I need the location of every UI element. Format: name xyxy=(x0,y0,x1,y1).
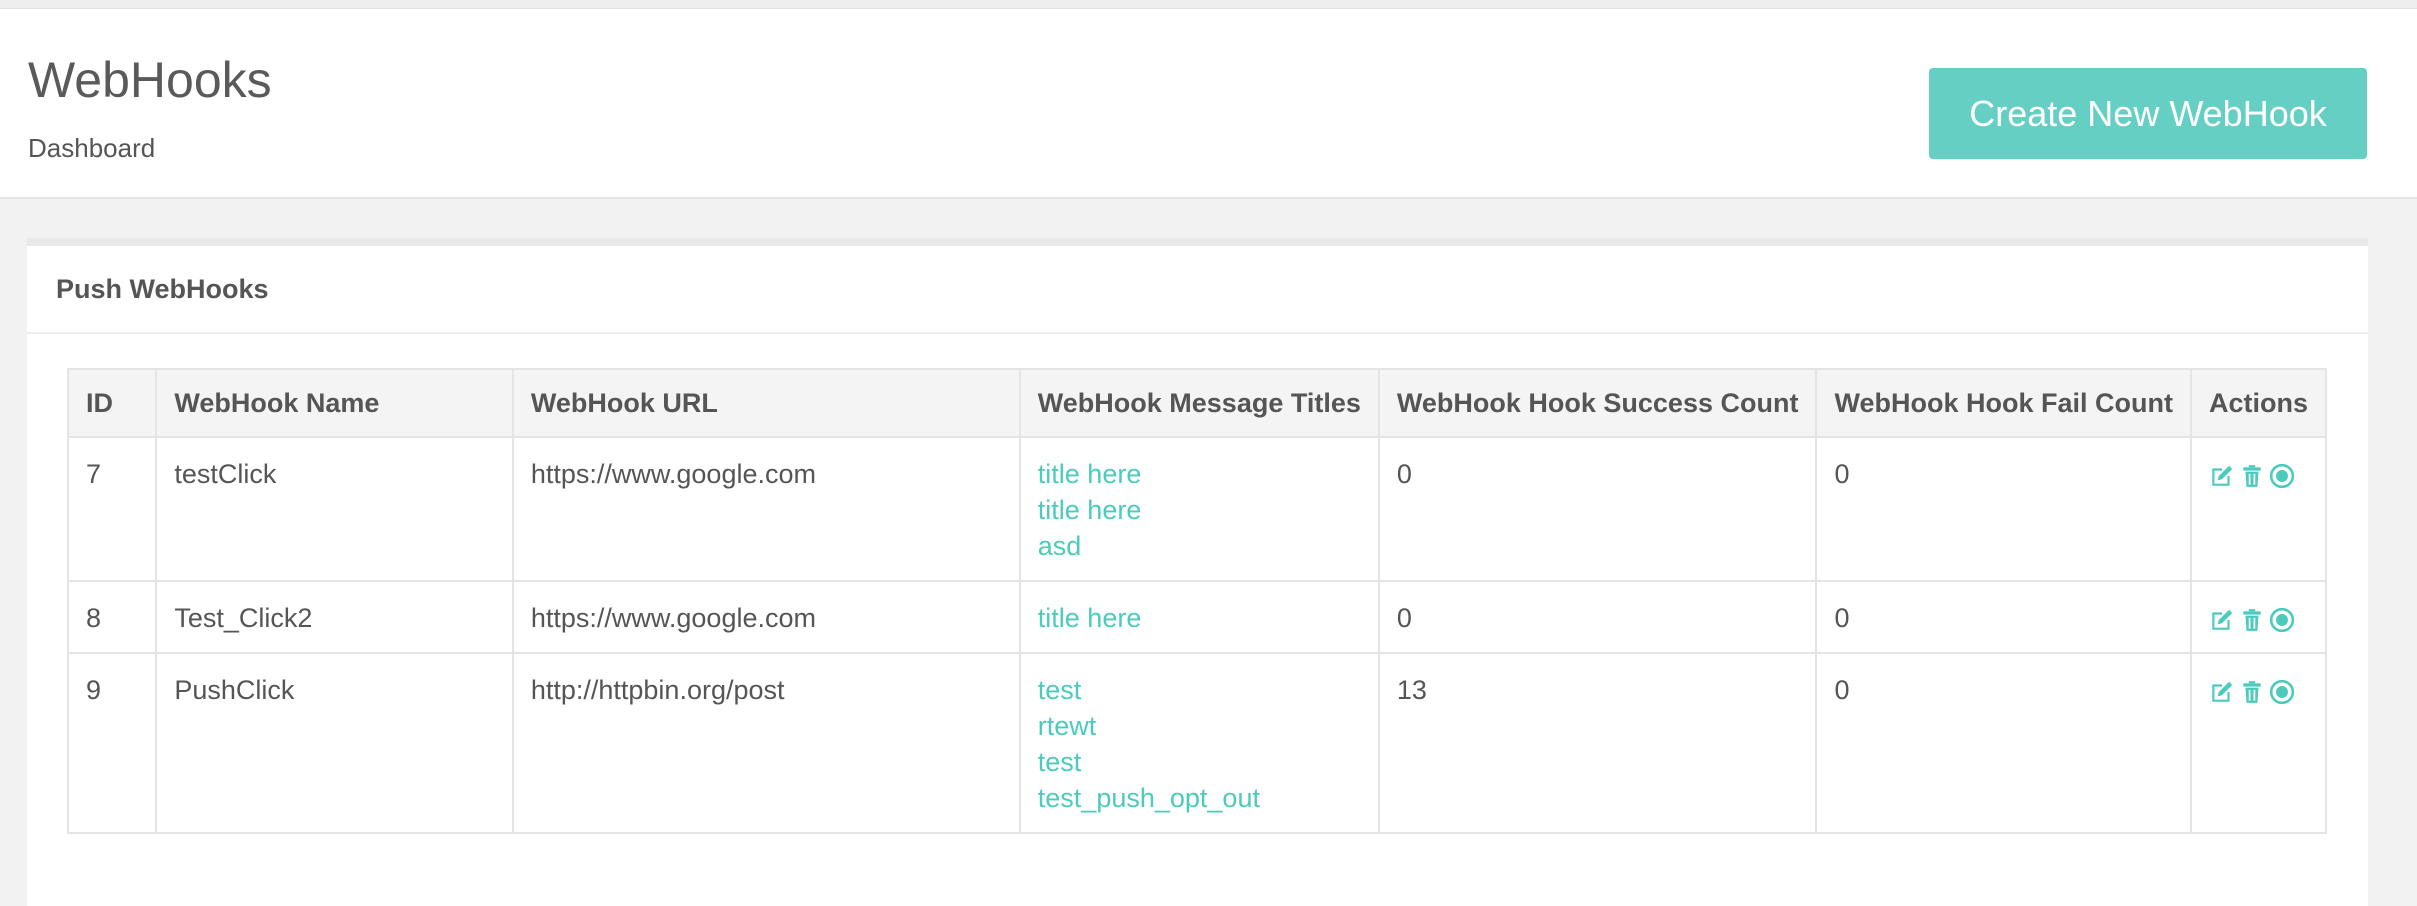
cell-success-count: 0 xyxy=(1377,580,1818,654)
edit-icon[interactable] xyxy=(2209,463,2235,489)
table-row: 9 PushClick http://httpbin.org/post test… xyxy=(66,652,2328,834)
cell-id: 7 xyxy=(66,436,158,582)
cell-fail-count: 0 xyxy=(1815,652,2192,834)
cell-actions xyxy=(2189,652,2328,834)
trash-icon[interactable] xyxy=(2239,607,2265,633)
column-header-titles: WebHook Message Titles xyxy=(1018,368,1380,438)
cell-url: https://www.google.com xyxy=(511,580,1021,654)
message-title-link[interactable]: title here xyxy=(1038,492,1361,528)
cell-titles: title here title here asd xyxy=(1018,436,1380,582)
cell-name: PushClick xyxy=(155,652,514,834)
cell-fail-count: 0 xyxy=(1815,436,2192,582)
trash-icon[interactable] xyxy=(2239,679,2265,705)
cell-fail-count: 0 xyxy=(1815,580,2192,654)
column-header-fail-count: WebHook Hook Fail Count xyxy=(1815,368,2192,438)
message-title-link[interactable]: test_push_opt_out xyxy=(1038,780,1361,816)
cell-url: https://www.google.com xyxy=(511,436,1021,582)
message-title-link[interactable]: title here xyxy=(1038,456,1361,492)
column-header-success-count: WebHook Hook Success Count xyxy=(1377,368,1818,438)
column-header-name: WebHook Name xyxy=(155,368,514,438)
panel-title: Push WebHooks xyxy=(27,246,2368,334)
top-bar xyxy=(0,0,2417,9)
message-title-link[interactable]: test xyxy=(1038,672,1361,708)
message-title-link[interactable]: title here xyxy=(1038,600,1361,636)
cell-name: testClick xyxy=(155,436,514,582)
message-title-link[interactable]: rtewt xyxy=(1038,708,1361,744)
edit-icon[interactable] xyxy=(2209,607,2235,633)
edit-icon[interactable] xyxy=(2209,679,2235,705)
column-header-actions: Actions xyxy=(2189,368,2328,438)
stop-circle-icon[interactable] xyxy=(2269,607,2295,633)
cell-titles: title here xyxy=(1018,580,1380,654)
message-title-link[interactable]: test xyxy=(1038,744,1361,780)
cell-success-count: 0 xyxy=(1377,436,1818,582)
cell-actions xyxy=(2189,580,2328,654)
column-header-url: WebHook URL xyxy=(511,368,1021,438)
trash-icon[interactable] xyxy=(2239,463,2265,489)
table-row: 8 Test_Click2 https://www.google.com tit… xyxy=(66,580,2328,654)
webhooks-panel: Push WebHooks ID WebHook Name WebHook UR… xyxy=(27,238,2368,906)
cell-url: http://httpbin.org/post xyxy=(511,652,1021,834)
cell-titles: test rtewt test test_push_opt_out xyxy=(1018,652,1380,834)
cell-id: 8 xyxy=(66,580,158,654)
page-header: WebHooks Dashboard Create New WebHook xyxy=(0,9,2417,199)
cell-success-count: 13 xyxy=(1377,652,1818,834)
breadcrumb[interactable]: Dashboard xyxy=(28,133,155,164)
webhooks-table: ID WebHook Name WebHook URL WebHook Mess… xyxy=(66,368,2328,834)
cell-actions xyxy=(2189,436,2328,582)
cell-name: Test_Click2 xyxy=(155,580,514,654)
column-header-id: ID xyxy=(66,368,158,438)
stop-circle-icon[interactable] xyxy=(2269,463,2295,489)
message-title-link[interactable]: asd xyxy=(1038,528,1361,564)
page-title: WebHooks xyxy=(28,52,272,108)
cell-id: 9 xyxy=(66,652,158,834)
table-row: 7 testClick https://www.google.com title… xyxy=(66,436,2328,582)
stop-circle-icon[interactable] xyxy=(2269,679,2295,705)
table-header-row: ID WebHook Name WebHook URL WebHook Mess… xyxy=(66,368,2328,438)
create-webhook-button[interactable]: Create New WebHook xyxy=(1929,68,2367,159)
